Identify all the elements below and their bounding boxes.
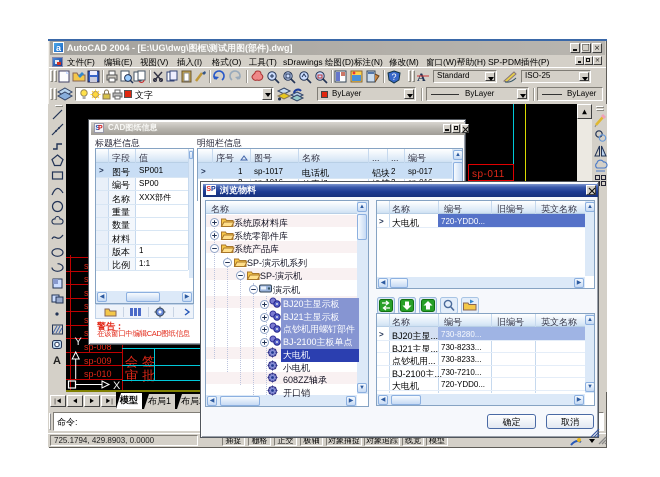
svg-text:?: ?	[392, 72, 397, 82]
svg-text:Y: Y	[75, 336, 83, 348]
svg-text:A: A	[417, 70, 426, 84]
svg-text:A: A	[53, 355, 61, 367]
